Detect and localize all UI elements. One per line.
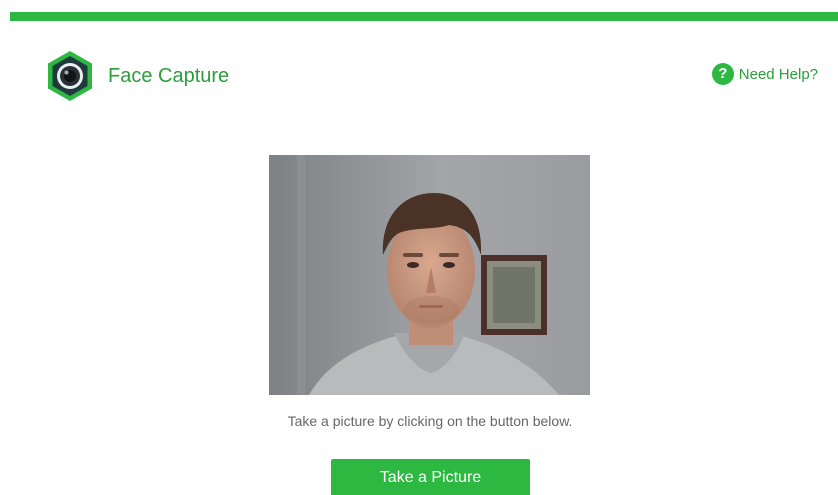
camera-feed-image <box>269 155 590 395</box>
instruction-text: Take a picture by clicking on the button… <box>287 413 573 429</box>
brand-header: Face Capture <box>44 50 229 102</box>
top-accent-bar <box>10 12 838 21</box>
need-help-label: Need Help? <box>738 65 818 83</box>
brand-title: Face Capture <box>108 64 230 87</box>
question-circle-icon: ? <box>711 63 734 85</box>
need-help-link[interactable]: ? Need Help? <box>711 63 818 85</box>
take-picture-button[interactable]: Take a Picture <box>331 459 530 495</box>
camera-preview <box>269 155 590 395</box>
camera-lens-hexagon-icon <box>48 51 92 101</box>
face-capture-page: Face Capture ? Need Help? Take a picture… <box>0 0 838 495</box>
